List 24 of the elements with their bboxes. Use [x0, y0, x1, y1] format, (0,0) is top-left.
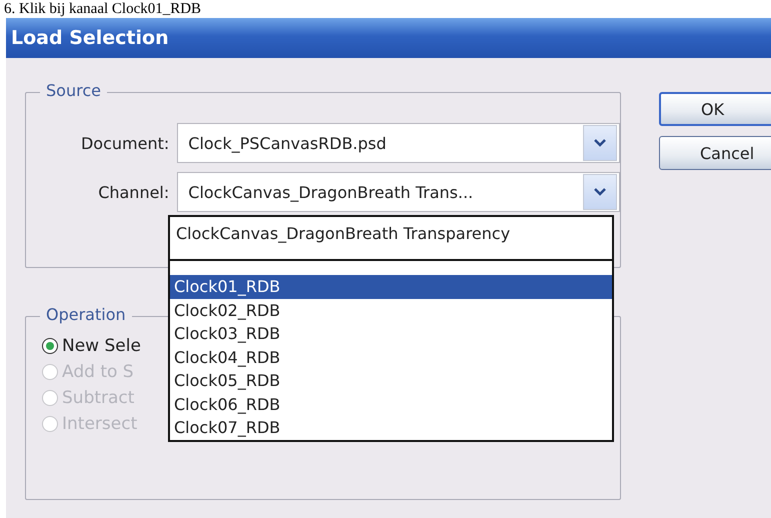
dropdown-field[interactable]: ClockCanvas_DragonBreath Trans... — [177, 172, 620, 212]
dialog-button[interactable]: Cancel — [659, 136, 771, 170]
radio-button[interactable] — [42, 338, 58, 354]
list-item[interactable]: Clock02_RDB — [170, 298, 612, 322]
dropdown-field[interactable]: Clock_PSCanvasRDB.psd — [177, 123, 620, 163]
field-label: Document: — [80, 134, 170, 152]
list-item[interactable]: ClockCanvas_DragonBreath Transparency — [170, 217, 612, 261]
window-title: Load Selection — [11, 27, 169, 49]
group-label: Operation — [40, 305, 132, 324]
radio-label: Intersect — [62, 414, 138, 434]
dialog-button[interactable]: OK — [659, 92, 771, 126]
chevron-icon[interactable] — [583, 125, 617, 161]
caption-text: 6. Klik bij kanaal Clock01_RDB — [3, 0, 202, 18]
list-item[interactable]: Clock04_RDB — [170, 346, 612, 369]
radio-label: Add to S — [62, 362, 134, 382]
list-item[interactable]: Clock01_RDB — [170, 275, 612, 298]
list-item[interactable]: Clock03_RDB — [170, 322, 612, 346]
chevron-icon[interactable] — [583, 174, 617, 210]
list-item[interactable]: Clock07_RDB — [170, 416, 612, 440]
field-label: Channel: — [97, 182, 170, 202]
list-item[interactable]: Clock06_RDB — [170, 392, 612, 416]
list-item[interactable]: Clock05_RDB — [170, 369, 612, 392]
radio-label: Subtract — [62, 388, 134, 408]
radio-label: New Sele — [62, 336, 141, 356]
